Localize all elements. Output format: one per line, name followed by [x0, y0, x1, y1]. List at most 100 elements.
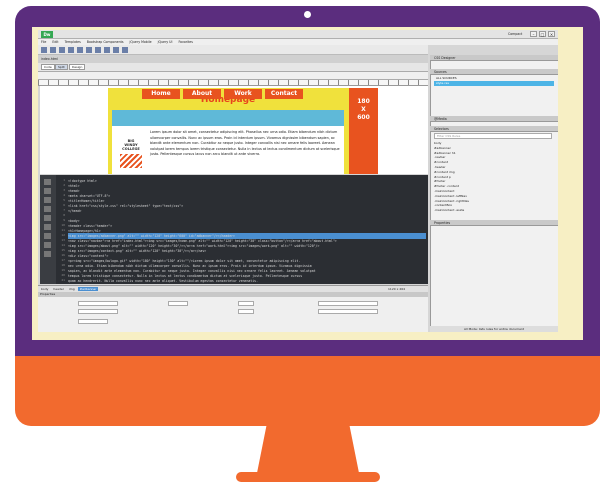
- insert-table-icon[interactable]: [59, 47, 65, 53]
- line-number: 21: [61, 278, 65, 282]
- workspace-switcher[interactable]: Compact: [508, 31, 522, 38]
- menu-jquery-mobile[interactable]: jQuery Mobile: [130, 40, 152, 44]
- insert-header-icon[interactable]: [68, 47, 74, 53]
- target-field[interactable]: [78, 319, 108, 324]
- nav-home-button[interactable]: Home: [142, 89, 180, 99]
- insert-toolbar: [38, 45, 428, 55]
- ad-line: X: [361, 106, 366, 113]
- code-view-button[interactable]: Code: [41, 64, 55, 70]
- tag-selector-selected[interactable]: #adbanner: [77, 287, 99, 291]
- status-bar: body header img #adbanner 1120 x 264: [38, 285, 428, 292]
- insert-form-icon[interactable]: [122, 47, 128, 53]
- insert-paragraph-icon[interactable]: [77, 47, 83, 53]
- line-number: 8: [63, 213, 65, 217]
- app-logo: Dw: [41, 31, 53, 38]
- expand-all-icon[interactable]: [44, 197, 51, 203]
- image-src-field[interactable]: [78, 301, 118, 306]
- close-button[interactable]: ×: [548, 31, 555, 37]
- body-paragraph[interactable]: Lorem ipsum dolor sit amet, consectetur …: [150, 130, 342, 158]
- minimize-button[interactable]: –: [530, 31, 537, 37]
- tag-selector-body[interactable]: body: [41, 287, 48, 291]
- code-view[interactable]: 1 <!doctype html> 2 <html> 3 <head> 4 <meta cha…: [40, 175, 428, 284]
- ad-line: 600: [357, 114, 370, 121]
- line-number: 3: [63, 188, 65, 192]
- monitor-chin: [15, 356, 600, 426]
- css-designer-footer: All Mode: lists rules for entire documen…: [430, 326, 558, 332]
- css-selector-item[interactable]: .mainContent .aside: [434, 208, 554, 213]
- source-style-css[interactable]: style.css: [434, 81, 554, 86]
- insert-list-icon[interactable]: [86, 47, 92, 53]
- nav-contact-button[interactable]: Contact: [265, 89, 303, 99]
- alt-field[interactable]: [318, 309, 378, 314]
- line-number: 7: [63, 208, 65, 212]
- line-number: 9: [63, 218, 65, 222]
- properties-header[interactable]: Properties: [430, 220, 558, 226]
- sources-header[interactable]: Sources: [430, 69, 558, 75]
- menu-edit[interactable]: Edit: [52, 40, 58, 44]
- dreamweaver-window: Dw Compact – □ × File Edit Templates Boo…: [38, 30, 558, 332]
- filter-css-rules-input[interactable]: Filter CSS Rules: [434, 133, 552, 139]
- title-bar: Dw Compact – □ ×: [38, 30, 558, 39]
- insert-link-icon[interactable]: [95, 47, 101, 53]
- menu-jquery-ui[interactable]: jQuery UI: [158, 40, 173, 44]
- insert-div-icon[interactable]: [41, 47, 47, 53]
- line-numbers-icon[interactable]: [44, 215, 51, 221]
- monitor-stand-base: [236, 472, 380, 482]
- menu-favorites[interactable]: Favorites: [178, 40, 192, 44]
- menu-file[interactable]: File: [41, 40, 46, 44]
- comment-icon[interactable]: [44, 233, 51, 239]
- college-logo-chevrons: [120, 154, 142, 168]
- line-number: 11: [61, 228, 65, 232]
- line-number: 18: [61, 263, 65, 267]
- open-documents-icon[interactable]: [44, 179, 51, 185]
- insert-media-icon[interactable]: [113, 47, 119, 53]
- height-field[interactable]: [238, 309, 254, 314]
- menu-templates[interactable]: Templates: [65, 40, 81, 44]
- line-number: 10: [61, 223, 65, 227]
- nav-about-button[interactable]: About: [183, 89, 221, 99]
- width-field[interactable]: [238, 301, 254, 306]
- insert-image-icon[interactable]: [50, 47, 56, 53]
- line-number: 1: [63, 178, 65, 182]
- line-number: 17: [61, 258, 65, 262]
- select-parent-icon[interactable]: [44, 206, 51, 212]
- code-line[interactable]: quam ac hendrerit. Nulla convallis nunc …: [68, 278, 426, 284]
- logo-line: COLLEGE: [122, 147, 140, 151]
- selector-list: body #adbanner #adbanner h1 .navbar #content…: [434, 141, 554, 213]
- format-source-icon[interactable]: [44, 251, 51, 257]
- css-designer-tab[interactable]: CSS Designer: [430, 55, 558, 61]
- image-link-field[interactable]: [78, 309, 118, 314]
- line-number: 20: [61, 273, 65, 277]
- split-view-button[interactable]: Split: [55, 64, 68, 70]
- title-field[interactable]: [318, 301, 378, 306]
- line-number: 13: [61, 238, 65, 242]
- line-number: 5: [63, 198, 65, 202]
- menu-bootstrap[interactable]: Bootstrap Components: [87, 40, 124, 44]
- nav-work-button[interactable]: Work: [224, 89, 262, 99]
- line-number: 2: [63, 183, 65, 187]
- line-number: 12: [61, 233, 65, 237]
- line-number: 16: [61, 253, 65, 257]
- collapse-tag-icon[interactable]: [44, 188, 51, 194]
- document-tab[interactable]: index.html: [38, 55, 428, 63]
- line-number: 6: [63, 203, 65, 207]
- tag-selector-img[interactable]: img: [69, 287, 75, 291]
- indent-icon[interactable]: [44, 242, 51, 248]
- media-header[interactable]: @Media: [430, 116, 558, 122]
- line-number: 14: [61, 243, 65, 247]
- class-field[interactable]: [168, 301, 188, 306]
- ad-line: 180: [357, 98, 370, 105]
- insert-email-icon[interactable]: [104, 47, 110, 53]
- design-view[interactable]: Homepage 180 X 600 Home About Work Conta…: [40, 86, 428, 174]
- ad-banner[interactable]: 180 X 600: [349, 88, 378, 174]
- selectors-header[interactable]: Selectors: [430, 126, 558, 132]
- line-number: 4: [63, 193, 65, 197]
- maximize-button[interactable]: □: [539, 31, 546, 37]
- tag-selector-header[interactable]: header: [53, 287, 64, 291]
- coding-toolbar: [40, 175, 56, 284]
- design-view-button[interactable]: Design: [69, 64, 86, 70]
- nav-bar: [112, 110, 344, 126]
- line-number: 19: [61, 268, 65, 272]
- highlight-invalid-icon[interactable]: [44, 224, 51, 230]
- document-toolbar: [38, 72, 428, 80]
